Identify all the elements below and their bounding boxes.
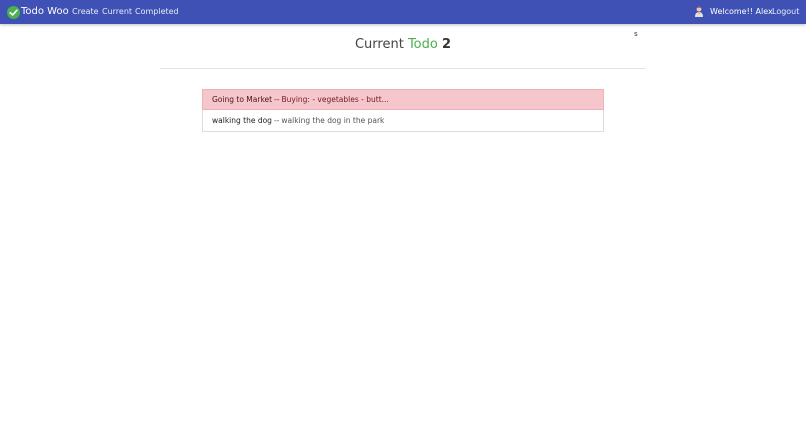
navbar: Todo Woo Create Current Completed Welcom… (0, 0, 806, 24)
title-highlight: Todo (407, 37, 438, 52)
user-avatar-icon (695, 6, 703, 17)
todo-title: walking the dog (212, 116, 272, 125)
nav-current[interactable]: Current (102, 7, 132, 17)
page-title: Current Todo 2 (0, 37, 806, 53)
nav-create[interactable]: Create (72, 7, 99, 17)
title-prefix: Current (354, 37, 404, 52)
todo-item-important[interactable]: Going to Market -- Buying: - vegetables … (202, 89, 604, 110)
todo-list: Going to Market -- Buying: - vegetables … (202, 89, 604, 132)
todo-memo: walking the dog in the park (281, 116, 385, 125)
logout-link[interactable]: Logout (772, 7, 799, 17)
welcome-text: Welcome!! Alex (710, 7, 773, 16)
divider (160, 68, 646, 69)
brand-link[interactable]: Todo Woo (7, 5, 69, 19)
check-circle-icon (7, 5, 20, 19)
brand-name: Todo Woo (21, 6, 69, 17)
todo-title: Going to Market (212, 95, 273, 104)
todo-separator: -- (273, 116, 280, 125)
todo-count: 2 (441, 37, 452, 52)
nav-completed[interactable]: Completed (135, 7, 179, 17)
todo-separator: -- (274, 95, 280, 104)
todo-memo: Buying: - vegetables - butt... (281, 95, 389, 104)
todo-item[interactable]: walking the dog -- walking the dog in th… (202, 110, 604, 132)
